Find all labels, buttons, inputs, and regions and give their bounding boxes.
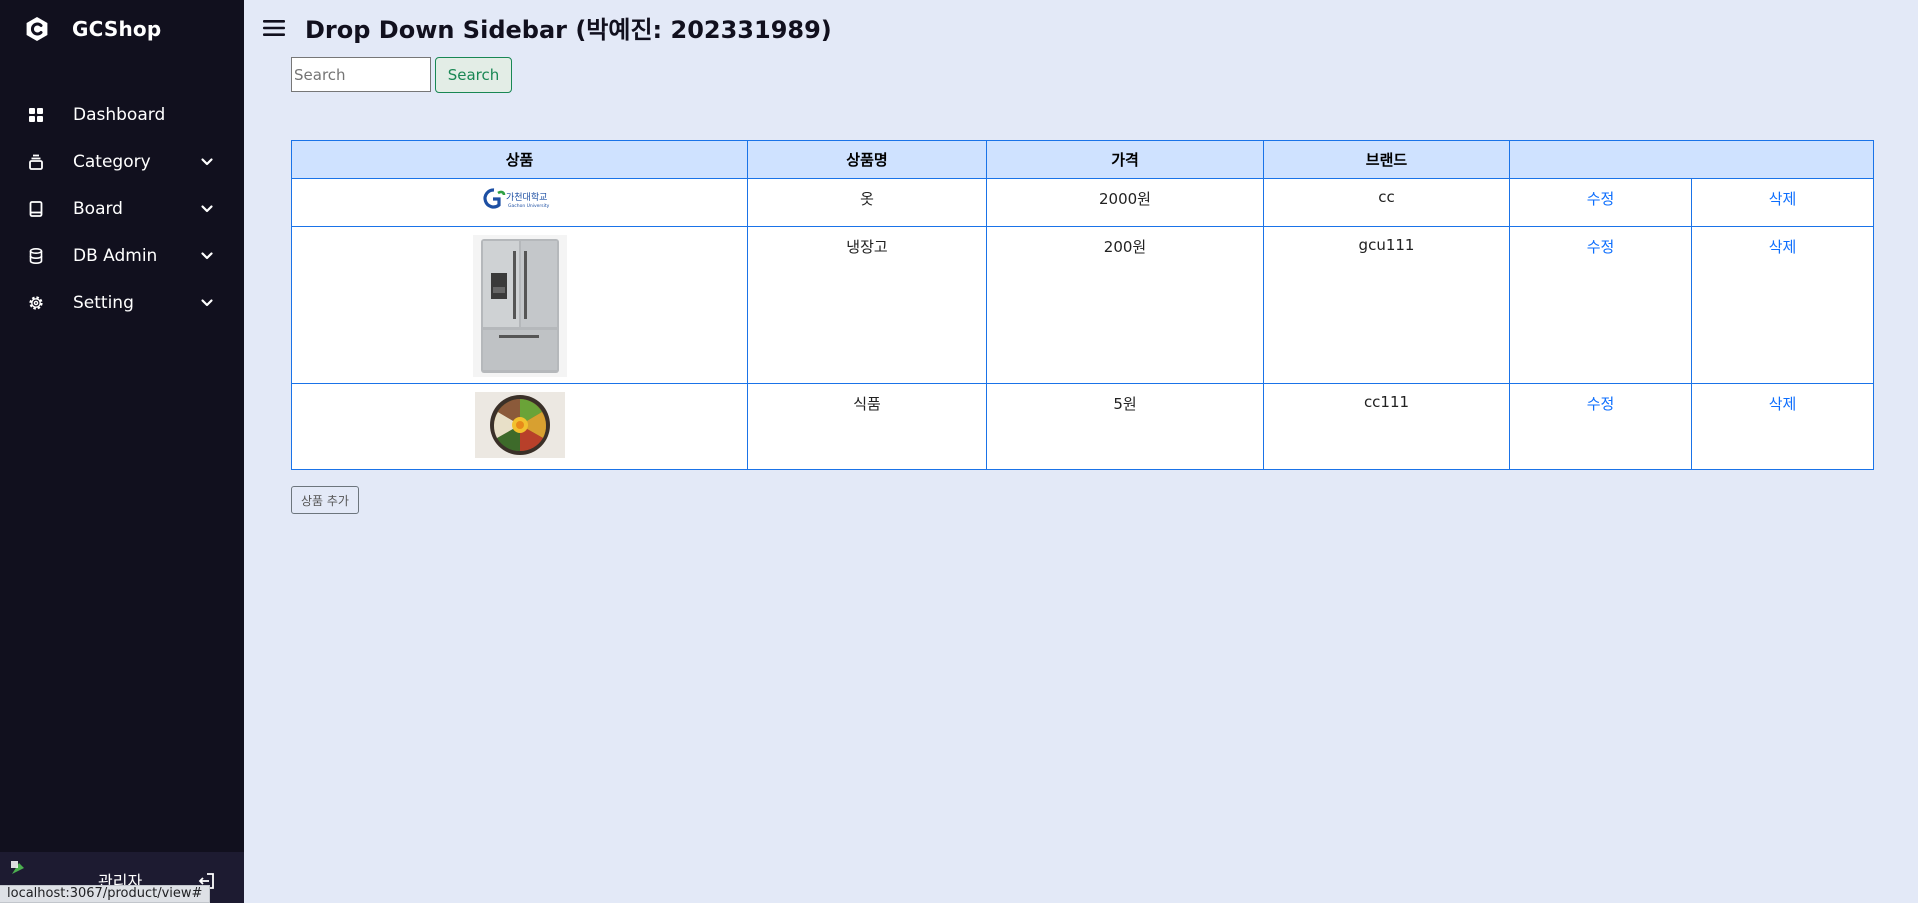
sidebar: GCShop Dashboard Category Board DB Admin…	[0, 0, 244, 903]
edit-link[interactable]: 수정	[1587, 395, 1615, 413]
product-image-cell	[291, 226, 748, 384]
product-price: 5원	[986, 383, 1264, 470]
gachon-university-logo: 가천대학교 Gachon University	[482, 188, 550, 209]
sidebar-item-category[interactable]: Category	[0, 138, 244, 185]
product-image-cell	[291, 383, 748, 470]
chevron-down-icon[interactable]	[200, 249, 214, 263]
edit-cell: 수정	[1509, 226, 1692, 384]
sidebar-item-label: Dashboard	[73, 104, 166, 125]
database-icon	[27, 247, 45, 265]
search-button[interactable]: Search	[435, 57, 512, 93]
chevron-down-icon[interactable]	[200, 296, 214, 310]
status-url-tooltip: localhost:3067/product/view#	[0, 885, 211, 903]
product-name: 냉장고	[747, 226, 987, 384]
sidebar-item-label: Board	[73, 198, 123, 219]
table-row: 가천대학교 Gachon University 옷 2000원 cc 수정 삭제	[291, 178, 1874, 227]
table-row: 냉장고 200원 gcu111 수정 삭제	[291, 226, 1874, 384]
column-header-product: 상품	[291, 140, 748, 179]
edit-cell: 수정	[1509, 383, 1692, 470]
edit-link[interactable]: 수정	[1587, 190, 1615, 208]
delete-link[interactable]: 삭제	[1769, 395, 1797, 413]
delete-link[interactable]: 삭제	[1769, 190, 1797, 208]
layers-icon	[27, 153, 45, 171]
product-brand: cc111	[1263, 383, 1510, 470]
product-brand: cc	[1263, 178, 1510, 227]
table-header-row: 상품 상품명 가격 브랜드	[291, 140, 1874, 179]
sidebar-item-label: DB Admin	[73, 245, 158, 266]
sidebar-item-db-admin[interactable]: DB Admin	[0, 232, 244, 279]
search-input[interactable]	[291, 57, 431, 92]
table-row: 식품 5원 cc111 수정 삭제	[291, 383, 1874, 470]
brand-logo[interactable]: GCShop	[24, 14, 161, 44]
sidebar-item-board[interactable]: Board	[0, 185, 244, 232]
svg-text:Gachon University: Gachon University	[508, 203, 550, 209]
product-price: 2000원	[986, 178, 1264, 227]
book-icon	[27, 200, 45, 218]
product-image-cell: 가천대학교 Gachon University	[291, 178, 748, 227]
delete-link[interactable]: 삭제	[1769, 238, 1797, 256]
column-header-brand: 브랜드	[1263, 140, 1510, 179]
hamburger-menu-icon[interactable]	[262, 18, 286, 38]
edit-link[interactable]: 수정	[1587, 238, 1615, 256]
avatar	[11, 861, 24, 874]
product-name: 옷	[747, 178, 987, 227]
column-header-name: 상품명	[747, 140, 987, 179]
product-name: 식품	[747, 383, 987, 470]
column-header-actions	[1509, 140, 1874, 179]
svg-text:가천대학교: 가천대학교	[506, 192, 547, 203]
add-product-button[interactable]: 상품 추가	[291, 486, 359, 514]
refrigerator-photo	[472, 235, 567, 377]
sidebar-nav: Dashboard Category Board DB Admin Settin…	[0, 91, 244, 326]
sidebar-item-dashboard[interactable]: Dashboard	[0, 91, 244, 138]
delete-cell: 삭제	[1691, 178, 1874, 227]
brand-logo-icon	[26, 17, 48, 41]
brand-name: GCShop	[72, 17, 162, 41]
sidebar-item-label: Category	[73, 151, 151, 172]
product-table: 상품 상품명 가격 브랜드 가천대학교 Gachon University 옷 …	[291, 140, 1874, 470]
chevron-down-icon[interactable]	[200, 155, 214, 169]
column-header-price: 가격	[986, 140, 1264, 179]
bibimbap-photo	[474, 392, 565, 458]
gear-icon	[27, 294, 45, 312]
sidebar-item-label: Setting	[73, 292, 134, 313]
product-brand: gcu111	[1263, 226, 1510, 384]
delete-cell: 삭제	[1691, 383, 1874, 470]
page-title: Drop Down Sidebar (박예진: 202331989)	[305, 16, 832, 44]
sidebar-item-setting[interactable]: Setting	[0, 279, 244, 326]
chevron-down-icon[interactable]	[200, 202, 214, 216]
delete-cell: 삭제	[1691, 226, 1874, 384]
edit-cell: 수정	[1509, 178, 1692, 227]
product-price: 200원	[986, 226, 1264, 384]
grid-icon	[27, 106, 45, 124]
